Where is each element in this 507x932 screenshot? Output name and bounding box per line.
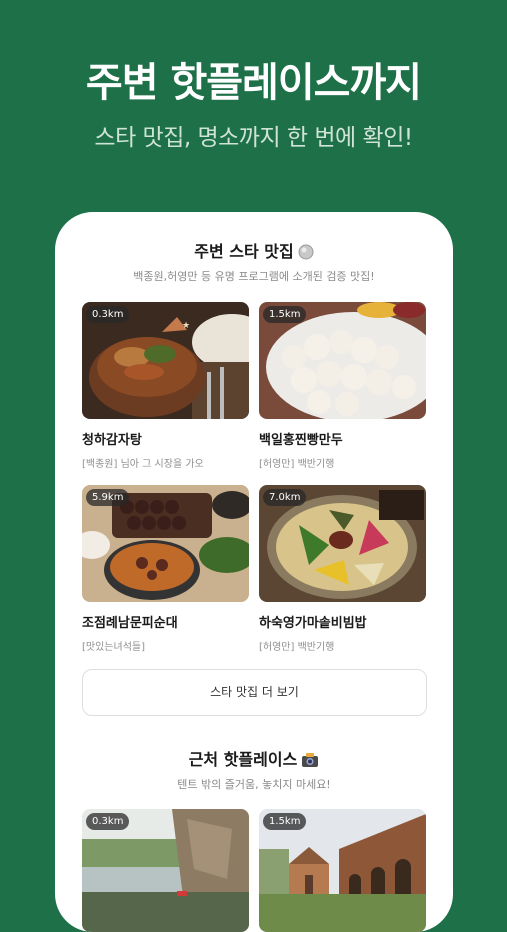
star-section-subtitle: 백종원,허영만 등 유명 프로그램에 소개된 검증 맛집!: [133, 270, 375, 283]
restaurant-source: [허영만] 백반기행: [259, 459, 335, 470]
distance-badge: 1.5km: [263, 813, 307, 830]
phone-screen: 주변 스타 맛집 백종원,허영만 등 유명 프로그램에 소개된 검증 맛집! ★…: [55, 212, 453, 932]
place-photo: 0.3km: [82, 809, 249, 932]
star-section-title: 주변 스타 맛집: [194, 242, 294, 261]
distance-badge: 5.9km: [86, 489, 130, 506]
place-card[interactable]: 0.3km: [82, 809, 249, 932]
distance-badge: 1.5km: [263, 306, 307, 323]
hot-section-header: 근처 핫플레이스: [55, 746, 453, 772]
restaurant-photo: 5.9km: [82, 485, 249, 602]
distance-badge: 7.0km: [263, 489, 307, 506]
restaurant-card[interactable]: ★ 0.3km 청하감자탕 [백종원] 님아 그 시장을 가오: [82, 302, 249, 470]
place-photo: 1.5km: [259, 809, 426, 932]
camera-icon: [301, 752, 319, 772]
restaurant-photo: 7.0km: [259, 485, 426, 602]
restaurant-name: 조점례남문피순대: [82, 616, 178, 631]
restaurant-card[interactable]: 7.0km 하숙영가마솥비빔밥 [허영만] 백반기행: [259, 485, 426, 653]
hot-section-subtitle: 텐트 밖의 즐거움, 놓치지 마세요!: [177, 778, 331, 791]
restaurant-card[interactable]: 5.9km 조점례남문피순대 [맛있는녀석들]: [82, 485, 249, 653]
distance-badge: 0.3km: [86, 813, 130, 830]
star-section-header: 주변 스타 맛집: [55, 238, 453, 264]
distance-badge: 0.3km: [86, 306, 130, 323]
restaurant-photo: ★ 0.3km: [82, 302, 249, 419]
more-star-restaurants-button[interactable]: 스타 맛집 더 보기: [82, 669, 427, 716]
place-card[interactable]: 1.5km: [259, 809, 426, 932]
restaurant-source: [허영만] 백반기행: [259, 642, 335, 653]
restaurant-card[interactable]: 1.5km 백일홍찐빵만두 [허영만] 백반기행: [259, 302, 426, 470]
star-badge-icon: [298, 244, 314, 264]
svg-text:★: ★: [182, 321, 190, 331]
restaurant-name: 백일홍찐빵만두: [259, 433, 343, 448]
restaurant-source: [맛있는녀석들]: [82, 642, 146, 653]
restaurant-source: [백종원] 님아 그 시장을 가오: [82, 459, 204, 470]
hero-subtitle: 스타 맛집, 명소까지 한 번에 확인!: [94, 125, 413, 151]
hot-section-title: 근처 핫플레이스: [188, 750, 298, 769]
restaurant-name: 하숙영가마솥비빔밥: [259, 616, 367, 631]
restaurant-photo: 1.5km: [259, 302, 426, 419]
restaurant-name: 청하감자탕: [82, 433, 142, 448]
hero-title: 주변 핫플레이스까지: [85, 60, 422, 106]
